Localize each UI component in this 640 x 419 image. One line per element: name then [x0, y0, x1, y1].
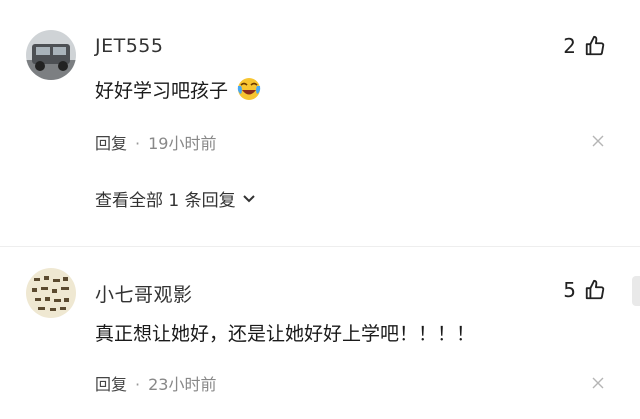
timestamp: 19小时前 [148, 134, 217, 153]
scrollbar[interactable] [632, 276, 640, 306]
chevron-down-icon [242, 194, 255, 202]
username[interactable]: JET555 [95, 35, 163, 57]
timestamp: 23小时前 [148, 375, 217, 394]
view-replies-button[interactable]: 查看全部 1 条回复 [95, 186, 256, 211]
close-icon[interactable] [592, 132, 604, 151]
avatar[interactable] [26, 30, 76, 80]
thumbs-up-icon [585, 279, 605, 300]
reply-button[interactable]: 回复 [95, 134, 127, 153]
comment-meta: 回复 · 19小时前 [95, 130, 216, 154]
username[interactable]: 小七哥观影 [95, 280, 193, 307]
avatar[interactable] [26, 268, 76, 318]
comment-text: 好好学习吧孩子 [95, 76, 262, 107]
thumbs-up-icon [585, 35, 605, 56]
comment-text: 真正想让她好，还是让她好好上学吧！！！！ [95, 323, 476, 345]
close-icon[interactable] [592, 374, 604, 393]
comment-text-content: 好好学习吧孩子 [95, 80, 229, 102]
like-button[interactable]: 2 [563, 34, 606, 58]
comment-meta: 回复 · 23小时前 [95, 371, 216, 395]
like-count: 2 [563, 34, 576, 58]
separator-dot: · [135, 134, 141, 153]
divider [0, 246, 640, 247]
reply-button[interactable]: 回复 [95, 375, 127, 394]
view-replies-label: 查看全部 1 条回复 [95, 191, 236, 211]
separator-dot: · [135, 375, 141, 394]
like-button[interactable]: 5 [563, 278, 606, 302]
crying-laughing-emoji-icon [236, 76, 262, 107]
like-count: 5 [563, 278, 576, 302]
